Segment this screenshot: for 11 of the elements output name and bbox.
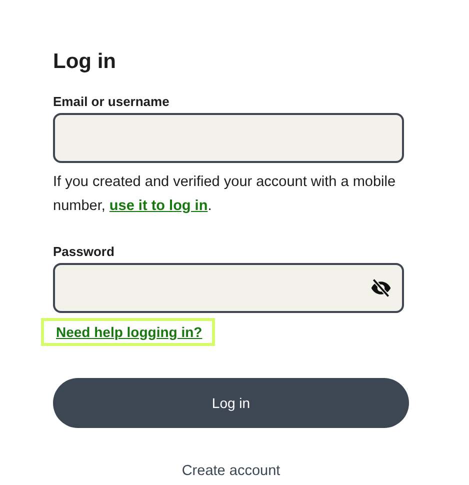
eye-slash-icon[interactable] [370,277,392,299]
create-account-link[interactable]: Create account [182,463,280,479]
help-link[interactable]: Need help logging in? [41,318,216,346]
page-title: Log in [53,49,117,75]
mobile-login-link[interactable]: use it to log in [109,198,208,214]
field-label: Email or username [53,94,170,109]
login-button[interactable]: Log in [53,378,409,428]
field-label: Password [53,244,116,259]
email-field[interactable] [53,113,404,163]
hint-text: If you created and verified your account with a mobile number, use it to log in. [53,173,397,216]
password-field[interactable] [53,263,404,313]
